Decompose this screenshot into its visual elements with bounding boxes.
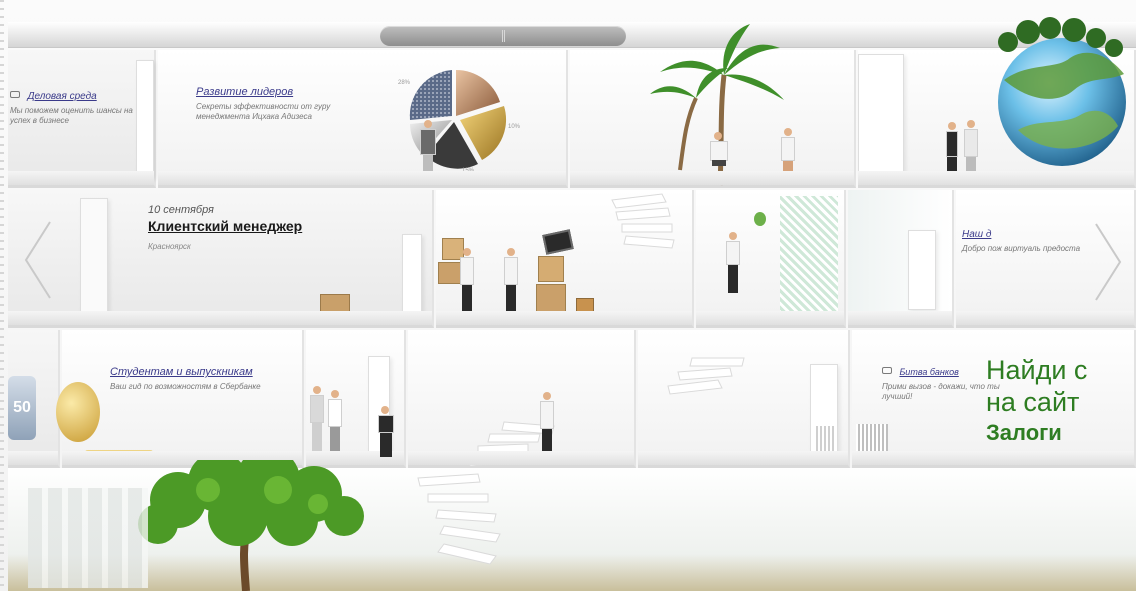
business-env-title[interactable]: Деловая среда [27,91,96,102]
floor-strip [956,311,1134,325]
leaders-desc: Секреты эффективности от гуру менеджмент… [196,102,331,121]
pie-label-b: 10% [508,124,521,130]
room-business-env[interactable]: Деловая среда Мы поможем оценить шансы н… [8,50,156,188]
floor-3: Студентам и выпускникам Ваш гид по возмо… [8,330,1136,468]
students-desc: Ваш гид по возможностям в Сбербанке [110,382,261,391]
pie-label-a: 28% [398,80,411,86]
our-block-desc: Добро пож виртуаль предоста [962,244,1081,253]
room-planet[interactable] [858,17,1136,188]
radiator-prop [814,426,836,452]
next-arrow[interactable] [1094,222,1124,302]
door [136,60,154,178]
room-moving[interactable] [436,190,694,328]
floor-1: Деловая среда Мы поможем оценить шансы н… [8,17,1136,188]
message-icon [882,367,892,375]
leaders-label[interactable]: Развитие лидеров Секреты эффективности о… [196,82,366,122]
our-block-title[interactable]: Наш д [962,229,991,240]
chevron-left-icon [24,221,51,299]
room-students[interactable]: Студентам и выпускникам Ваш гид по возмо… [62,330,304,468]
spiral-stair-illustration [667,357,745,395]
door [858,54,904,178]
floor-strip [408,451,634,465]
plant-icon [754,212,766,226]
promo-line-1: Найди с [986,355,1088,385]
floor-strip [858,171,1134,185]
medal-number: 50 [13,399,31,416]
floor-strip [638,451,848,465]
room-office[interactable] [848,190,954,328]
pie-sculpture: 28% 10% 15% [398,69,521,174]
door [80,198,108,318]
chevron-right-icon [1095,223,1122,301]
business-env-desc: Мы поможем оценить шансы на успех в бизн… [10,106,133,125]
business-env-label[interactable]: Деловая среда Мы поможем оценить шансы н… [10,86,150,126]
floor-2: 10 сентября Клиентский менеджер Краснояр… [8,190,1136,328]
vacancy-date: 10 сентября [148,204,214,216]
glass-wall [780,196,838,318]
room-leaders[interactable]: Развитие лидеров Секреты эффективности о… [158,50,568,188]
room-stairs[interactable] [378,330,636,468]
door [908,230,936,310]
silver-medal: 50 [8,376,36,440]
globe-illustration [998,17,1126,166]
room-palms[interactable] [570,24,856,188]
room-spiral[interactable] [638,330,850,468]
vacancy-city: Красноярск [148,242,191,251]
promo-line-3: Залоги [986,420,1062,445]
students-label[interactable]: Студентам и выпускникам Ваш гид по возмо… [110,362,290,392]
promo-line-2: на сайт [986,387,1080,417]
floor-strip [696,311,844,325]
floor-strip [8,311,432,325]
box-prop [538,256,564,282]
banks-battle-title[interactable]: Битва банков [899,367,958,377]
city-buildings [28,488,148,588]
room-vacancy[interactable]: 10 сентября Клиентский менеджер Краснояр… [8,190,434,328]
door [402,234,422,318]
room-green-screen[interactable] [696,190,846,328]
prev-arrow[interactable] [22,220,52,300]
floor-strip [8,451,58,465]
floor-strip [848,311,952,325]
scroll-grip-icon [502,30,505,42]
floor-strip [158,171,566,185]
promo-text: Найди с на сайт Залоги [986,354,1136,448]
message-icon [10,91,20,99]
radiator-prop [856,424,888,452]
gold-medal [56,382,100,442]
monitor-prop [542,229,574,255]
leaders-title[interactable]: Развитие лидеров [196,86,293,98]
ground-zone [8,460,1136,591]
spiral-stair-illustration [611,193,675,249]
slide-edge [0,0,4,591]
students-title[interactable]: Студентам и выпускникам [110,366,253,378]
tree-illustration [138,460,364,591]
floor-strip [8,171,154,185]
career-portal-panorama: Деловая среда Мы поможем оценить шансы н… [0,0,1136,591]
horizontal-scroll-thumb[interactable] [380,26,626,46]
floor-strip [570,171,854,185]
spiral-stair-illustration [417,473,501,565]
our-block-label[interactable]: Наш д Добро пож виртуаль предоста [962,224,1082,254]
vacancy-title[interactable]: Клиентский менеджер [148,218,368,234]
floor-strip [852,451,1134,465]
vacancy-label[interactable]: 10 сентября Клиентский менеджер Краснояр… [148,204,368,251]
floor-strip [436,311,692,325]
